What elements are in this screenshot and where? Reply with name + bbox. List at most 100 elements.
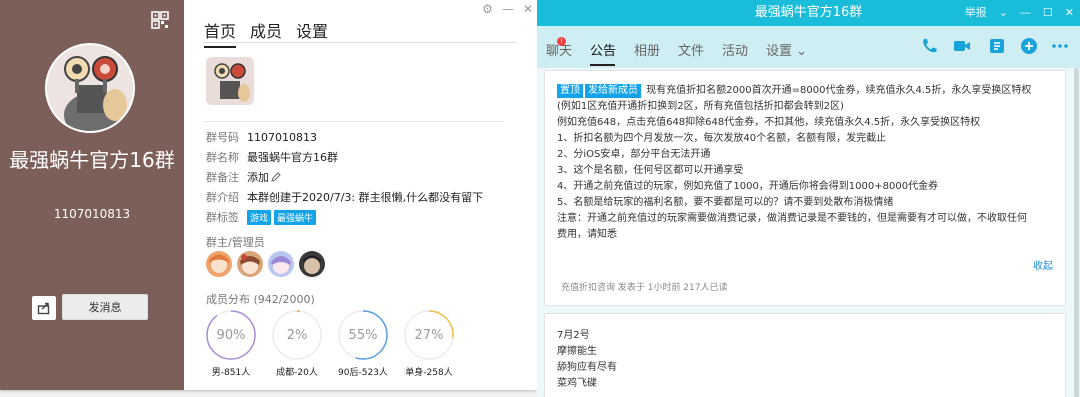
group-number: 1107010813	[53, 207, 131, 221]
tab-album[interactable]: 相册	[634, 40, 660, 59]
announcement-line: 5、名额是给玩家的福利名额，要不要都是可以的？请不要到处散布消极情绪	[557, 197, 894, 208]
dropdown-icon[interactable]: ⌄	[999, 0, 1008, 26]
distribution-ring: 55% 90后-523人	[336, 308, 390, 378]
group-profile-window: 最强蜗牛官方16群 1107010813 发消息 ⚙ — ✕ 首页 成员 设置	[0, 0, 537, 390]
ring-caption: 成都-20人	[276, 368, 318, 378]
report-button[interactable]: 举报	[965, 0, 987, 26]
screen: 最强蜗牛官方16群 1107010813 发消息 ⚙ — ✕ 首页 成员 设置	[0, 0, 1080, 397]
chat-window: 最强蜗牛官方16群 举报 ⌄ — ☐ ✕ 聊天 ! 公告 相册 文件 活动 设置…	[537, 0, 1080, 397]
announcement-line: 菜鸡飞碟	[557, 378, 597, 389]
close-icon[interactable]: ✕	[523, 2, 533, 16]
ring-percent: 27%	[415, 328, 444, 343]
announcement-line: 舔狗应有尽有	[557, 362, 617, 373]
announcement-body: 置顶 发给新成员 现有充值折扣名额2000首次开通=8000代金券，续充值永久4.…	[557, 83, 1057, 243]
ring-caption: 男-851人	[211, 368, 251, 378]
active-tab-indicator	[590, 64, 615, 66]
tab-settings[interactable]: 设置	[296, 18, 328, 48]
announcement-line: 置顶 发给新成员 现有充值折扣名额2000首次开通=8000代金券，续充值永久4.…	[557, 83, 1057, 99]
close-icon[interactable]: ✕	[1065, 0, 1074, 26]
chat-window-controls: 举报 ⌄ — ☐ ✕	[965, 0, 1074, 26]
ring-chart: 90%	[206, 310, 256, 360]
info-row-tags: 群标签 游戏 最强蜗牛	[206, 209, 319, 225]
edit-icon[interactable]	[271, 172, 281, 182]
profile-window-controls: ⚙ — ✕	[482, 2, 533, 16]
group-name: 最强蜗牛官方16群	[9, 148, 175, 172]
info-key: 群备注	[206, 171, 239, 184]
profile-tabs: 首页 成员 设置	[204, 18, 328, 48]
admins-label: 群主/管理员	[206, 236, 265, 249]
announcement-line: 2、分iOS安卓，部分平台无法开通	[557, 149, 711, 160]
group-tag[interactable]: 最强蜗牛	[274, 209, 317, 225]
announcement-line: 4、开通之前充值过的玩家，例如充值了1000，开通后你将会得到1000+8000…	[557, 181, 939, 192]
profile-main: ⚙ — ✕ 首页 成员 设置 群号码 1107010813 群名称 最强蜗牛官方…	[184, 0, 537, 390]
info-row-intro: 群介绍 本群创建于2020/7/3: 群主很懒,什么都没有留下	[206, 189, 483, 205]
maximize-icon[interactable]: ☐	[1043, 0, 1053, 26]
tab-home[interactable]: 首页	[204, 18, 237, 48]
info-key: 群名称	[206, 151, 239, 164]
phone-icon[interactable]	[920, 37, 938, 55]
distribution-ring: 2% 成都-20人	[270, 308, 324, 378]
minimize-icon[interactable]: —	[1020, 0, 1031, 26]
tab-settings[interactable]: 设置 ⌄	[766, 40, 807, 59]
settings-icon[interactable]: ⚙	[482, 2, 493, 16]
ring-chart: 27%	[404, 310, 454, 360]
minimize-icon[interactable]: —	[502, 2, 514, 16]
announcement-body: 7月2号 摩擦能生 舔狗应有尽有 菜鸡飞碟	[557, 328, 617, 392]
scrollbar[interactable]	[1074, 68, 1079, 397]
announcement-line: 1、折扣名额为四个月发放一次，每次发放40个名额，名额有限，发完截止	[557, 133, 887, 144]
tabs-divider	[204, 42, 516, 43]
collapse-link[interactable]: 收起	[1033, 257, 1053, 272]
ring-caption: 单身-258人	[405, 368, 453, 378]
ring-chart: 55%	[338, 310, 388, 360]
distribution-rings: 90% 男-851人 2% 成都-20人 55% 90后-523人 27% 单身-258人	[204, 308, 456, 378]
announcement-card: 置顶 发给新成员 现有充值折扣名额2000首次开通=8000代金券，续充值永久4.…	[544, 70, 1066, 306]
info-value: 本群创建于2020/7/3: 群主很懒,什么都没有留下	[247, 191, 484, 204]
profile-sidebar: 最强蜗牛官方16群 1107010813 发消息	[0, 0, 184, 390]
distribution-label: 成员分布 (942/2000)	[206, 293, 315, 306]
pinned-tag: 置顶	[557, 84, 583, 98]
announcement-line: 7月2号	[557, 330, 590, 341]
info-row-remark: 群备注 添加	[206, 169, 281, 185]
tab-activities[interactable]: 活动	[722, 40, 748, 59]
tab-files[interactable]: 文件	[678, 40, 704, 59]
new-member-tag: 发给新成员	[585, 84, 641, 98]
announcement-line: 例如充值648，点击充值648抑除648代金券，不扣其他，续充值永久4.5折，永…	[557, 117, 981, 128]
announcement-line: 费用，请知悉	[557, 229, 617, 240]
ring-percent: 90%	[217, 328, 246, 343]
admin-avatar[interactable]	[268, 251, 294, 277]
announcement-meta: 充值折扣咨询 发表于 1小时前 217人已读	[561, 283, 728, 293]
video-icon[interactable]	[953, 37, 971, 55]
group-avatar[interactable]	[45, 43, 135, 133]
qr-code-icon[interactable]	[151, 11, 169, 29]
info-value: 最强蜗牛官方16群	[247, 151, 338, 164]
info-value: 1107010813	[247, 130, 317, 144]
unread-badge: !	[557, 37, 566, 46]
add-icon[interactable]	[1020, 37, 1038, 55]
info-key: 群号码	[206, 131, 239, 144]
share-icon	[37, 302, 50, 315]
admin-avatar[interactable]	[237, 251, 263, 277]
announcement-line: (例如1区充值开通折扣换到2区，所有充值包括折扣都会转到2区)	[557, 101, 844, 112]
group-tag[interactable]: 游戏	[247, 209, 272, 225]
ring-caption: 90后-523人	[338, 368, 388, 378]
add-remark-link[interactable]: 添加	[247, 169, 269, 185]
tab-members[interactable]: 成员	[250, 18, 282, 48]
chat-title: 最强蜗牛官方16群	[754, 5, 863, 20]
share-button[interactable]	[32, 296, 56, 320]
info-divider	[204, 121, 504, 122]
info-row-name: 群名称 最强蜗牛官方16群	[206, 149, 338, 165]
announcement-card: 7月2号 摩擦能生 舔狗应有尽有 菜鸡飞碟	[544, 313, 1066, 397]
announcement-line: 注意：开通之前充值过的玩家需要做消费记录，做消费记录是不要钱的，但是需要有才可以…	[557, 213, 1027, 224]
more-icon[interactable]	[1051, 37, 1069, 55]
admin-avatar[interactable]	[206, 251, 232, 277]
group-thumbnail[interactable]	[206, 57, 254, 105]
distribution-ring: 27% 单身-258人	[402, 308, 456, 378]
send-message-button[interactable]: 发消息	[62, 294, 148, 320]
ring-percent: 55%	[349, 328, 378, 343]
announcement-line: 摩擦能生	[557, 346, 597, 357]
info-key: 群标签	[206, 211, 239, 224]
tab-announcement[interactable]: 公告	[590, 40, 616, 59]
screen-share-icon[interactable]	[988, 37, 1006, 55]
admin-avatar[interactable]	[299, 251, 325, 277]
distribution-ring: 90% 男-851人	[204, 308, 258, 378]
